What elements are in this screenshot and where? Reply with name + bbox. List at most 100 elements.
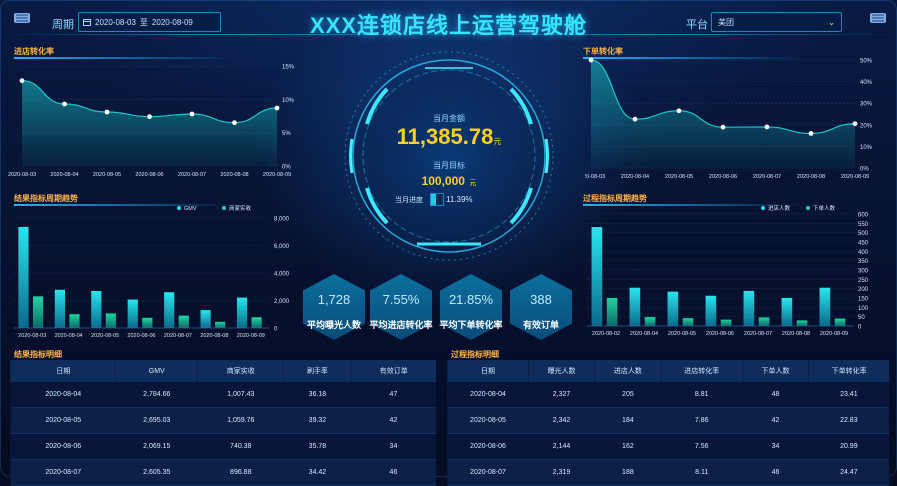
x-tick-label: 2020-08-09 bbox=[841, 174, 869, 180]
x-tick-label: 2020-08-05 bbox=[665, 174, 693, 180]
table-cell: 2020-08-04 bbox=[10, 382, 116, 408]
platform-select[interactable]: 美团 ⌄ bbox=[711, 12, 842, 32]
column-header[interactable]: 曝光人数 bbox=[527, 360, 595, 382]
column-header[interactable]: 下单转化率 bbox=[808, 360, 889, 382]
table-cell: 24.47 bbox=[808, 459, 889, 486]
x-tick-label: 2020-08-08 bbox=[200, 333, 228, 339]
y-tick-label: 6,000 bbox=[274, 244, 290, 250]
table-cell: 188 bbox=[594, 459, 662, 486]
table-cell: 34.42 bbox=[283, 459, 351, 486]
kpi-value: 388 bbox=[530, 292, 552, 307]
table-cell: 2,784.66 bbox=[115, 382, 198, 408]
y-tick-label: 10% bbox=[282, 98, 295, 104]
table-cell: 2020-08-04 bbox=[447, 382, 529, 408]
kpi-label: 有效订单 bbox=[522, 320, 559, 330]
column-header[interactable]: 进店人数 bbox=[594, 360, 662, 382]
table-cell: 1,007.43 bbox=[197, 382, 284, 408]
bar bbox=[834, 318, 846, 326]
y-tick-label: 200 bbox=[858, 287, 869, 293]
y-tick-label: 10% bbox=[860, 145, 873, 151]
data-point bbox=[764, 124, 770, 130]
column-header[interactable]: 进店转化率 bbox=[660, 360, 743, 382]
x-tick-label: 2020-08-04 bbox=[630, 331, 658, 337]
legend-marker bbox=[806, 206, 810, 210]
table-row: 2020-08-07 2,319 188 8.11 46 24.47 bbox=[447, 459, 889, 486]
x-tick-label: 2020-08-08 bbox=[797, 174, 825, 180]
bar bbox=[591, 227, 603, 326]
amount-row: 11,385.78元 bbox=[349, 124, 549, 150]
y-tick-label: 250 bbox=[858, 278, 869, 284]
table-cell: 162 bbox=[594, 433, 662, 460]
x-tick-label: 2020-08-03 bbox=[585, 174, 605, 180]
bar bbox=[54, 289, 65, 328]
x-tick-label: 2020-08-06 bbox=[127, 333, 155, 339]
table-cell: 8.11 bbox=[661, 459, 743, 486]
data-point bbox=[232, 120, 237, 126]
legend-label: 商家实收 bbox=[229, 204, 252, 212]
table-cell: 2,605.35 bbox=[115, 459, 198, 486]
panel-title-process-detail: 过程指标明细 bbox=[451, 349, 541, 362]
bar bbox=[200, 310, 211, 328]
table-cell: 2020-08-07 bbox=[447, 459, 529, 486]
bar bbox=[781, 298, 793, 326]
table-cell: 2,319 bbox=[528, 459, 595, 486]
x-tick-label: 2020-08-08 bbox=[782, 331, 810, 337]
column-header[interactable]: 有效订单 bbox=[350, 360, 436, 382]
amount-value: 11,385.78 bbox=[396, 124, 494, 149]
series-area bbox=[591, 60, 855, 168]
y-tick-label: 15% bbox=[282, 65, 295, 71]
column-header[interactable]: 日期 bbox=[9, 360, 116, 382]
data-point bbox=[104, 109, 110, 115]
column-header[interactable]: GMV bbox=[115, 360, 198, 382]
table-cell: 22.83 bbox=[808, 407, 889, 434]
progress-bar bbox=[430, 193, 444, 206]
bar bbox=[251, 317, 262, 328]
progress-label: 当月进度 bbox=[395, 197, 423, 204]
y-tick-label: 30% bbox=[860, 102, 873, 108]
x-tick-label: 2020-08-08 bbox=[220, 172, 248, 178]
y-tick-label: 600 bbox=[858, 213, 869, 219]
bar bbox=[644, 317, 656, 326]
data-point bbox=[189, 111, 195, 117]
y-tick-label: 50% bbox=[860, 59, 873, 65]
x-tick-label: 2020-08-03 bbox=[18, 333, 46, 339]
y-tick-label: 5% bbox=[282, 131, 291, 137]
column-header[interactable]: 日期 bbox=[447, 360, 529, 382]
data-point bbox=[720, 124, 726, 130]
bar bbox=[32, 296, 44, 328]
table-cell: 2020-08-05 bbox=[10, 407, 116, 434]
result-trend-chart: 0 2,000 4,000 6,000 8,000 2020-08-03 2020-08-0… bbox=[14, 204, 290, 339]
x-tick-label: 2020-08-05 bbox=[93, 172, 121, 178]
x-tick-label: 2020-08-06 bbox=[709, 174, 737, 180]
kpi-value: 21.85% bbox=[448, 292, 494, 307]
y-tick-label: 20% bbox=[860, 123, 873, 129]
panel-title-result-detail: 结果指标明细 bbox=[14, 349, 104, 362]
kpi-order-conv: 21.85% 平均下单转化率 bbox=[439, 274, 503, 340]
x-tick-label: 2020-08-06 bbox=[135, 172, 163, 178]
x-tick-label: 2020-08-03 bbox=[8, 172, 36, 178]
bar bbox=[796, 320, 808, 326]
table-cell: 42 bbox=[742, 407, 809, 434]
x-tick-label: 2020-08-05 bbox=[668, 331, 696, 337]
legend-label: GMV bbox=[184, 206, 197, 212]
store-conversion-chart: 0% 5% 10% 15% 2020-08-03 2020-08-04 2020-08-05… bbox=[8, 65, 295, 179]
table-row: 2020-08-05 2,695.03 1,059.76 39.32 42 bbox=[10, 407, 436, 434]
bar bbox=[743, 290, 755, 326]
column-header[interactable]: 商家实收 bbox=[197, 360, 284, 382]
column-header[interactable]: 下单人数 bbox=[741, 360, 809, 382]
table-cell: 34 bbox=[350, 433, 436, 460]
column-header[interactable]: 刷手率 bbox=[283, 360, 351, 382]
bar bbox=[127, 299, 138, 328]
target-unit: 元 bbox=[469, 180, 477, 187]
table-cell: 896.88 bbox=[197, 459, 284, 486]
table-cell: 35.78 bbox=[283, 433, 351, 460]
data-point bbox=[19, 78, 25, 84]
bar bbox=[164, 292, 175, 328]
y-tick-label: 400 bbox=[858, 250, 869, 256]
x-tick-label: 2020-08-02 bbox=[592, 331, 620, 337]
x-tick-label: 2020-08-04 bbox=[50, 172, 78, 178]
table-cell: 1,059.76 bbox=[197, 407, 284, 434]
bar bbox=[819, 287, 831, 326]
table-cell: 2,144 bbox=[528, 433, 595, 460]
kpi-store-conv: 7.55% 平均进店转化率 bbox=[369, 274, 433, 340]
